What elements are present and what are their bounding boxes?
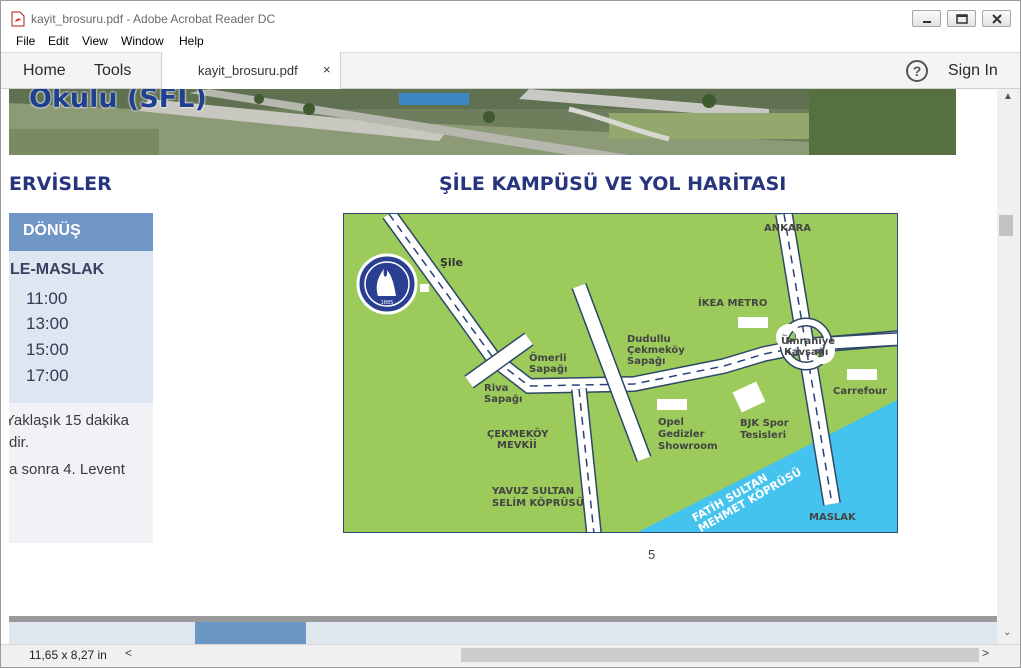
note-line: dir. (9, 434, 30, 451)
label-dudullu: Çekmeköy (627, 345, 685, 356)
label-omerli: Sapağı (529, 363, 567, 375)
departure-time: 17:00 (26, 366, 69, 385)
pdf-icon (11, 11, 25, 27)
page-number: 5 (648, 547, 656, 562)
window-title: kayit_brosuru.pdf - Adobe Acrobat Reader… (31, 12, 276, 26)
note-line: a sonra 4. Levent (9, 461, 125, 478)
label-ikea: İKEA METRO (698, 295, 767, 309)
return-header-label: DÖNÜŞ (23, 222, 81, 239)
photo-caption: Okulu (SFL) (29, 89, 207, 114)
departure-time: 11:00 (26, 289, 68, 308)
scroll-left-icon[interactable]: < (125, 646, 132, 660)
document-viewport[interactable]: Okulu (SFL) ERVİSLER ŞİLE KAMPÜSÜ VE YOL… (9, 89, 997, 616)
menu-file[interactable]: File (16, 34, 35, 48)
label-riva: Sapağı (484, 393, 522, 405)
travel-note: Yaklaşık 15 dakika dir. a sonra 4. Leven… (9, 403, 153, 543)
label-dudullu: Dudullu (627, 334, 671, 345)
next-page-strip (195, 622, 306, 644)
label-yavuz: SELİM KÖPRÜSÜ (492, 495, 584, 509)
close-icon (992, 14, 1002, 24)
minimize-button[interactable] (912, 10, 941, 27)
menu-help[interactable]: Help (179, 34, 204, 48)
scroll-up-icon[interactable]: ▲ (1003, 91, 1013, 102)
close-window-button[interactable] (982, 10, 1011, 27)
label-opel: Gedizler (658, 429, 705, 440)
label-umraniye: Kavşağı (784, 346, 828, 358)
vertical-scroll-thumb[interactable] (999, 215, 1013, 236)
svg-text:1885: 1885 (381, 300, 394, 306)
home-tab[interactable]: Home (23, 62, 66, 80)
maximize-button[interactable] (947, 10, 976, 27)
label-bjk: BJK Spor (740, 418, 789, 429)
label-riva: Riva (484, 383, 508, 394)
acrobat-window: kayit_brosuru.pdf - Adobe Acrobat Reader… (0, 0, 1021, 668)
menu-window[interactable]: Window (121, 34, 164, 48)
label-opel: Showroom (658, 441, 718, 452)
label-umraniye: Ümraniye (781, 333, 835, 347)
return-schedule-header: DÖNÜŞ (9, 213, 153, 251)
document-tab-label: kayit_brosuru.pdf (198, 63, 298, 78)
label-cekmekoy: ÇEKMEKÖY (487, 426, 549, 440)
document-tab[interactable]: kayit_brosuru.pdf × (161, 52, 341, 89)
scroll-down-icon[interactable]: ⌄ (1003, 627, 1011, 638)
campus-road-map: 1885 Şile ANKARA İKEA METRO Dudullu Çekm… (343, 213, 898, 533)
return-schedule: LE-MASLAK 11:00 13:00 15:00 17:00 (9, 251, 153, 403)
tab-bar: Home Tools kayit_brosuru.pdf × ? Sign In (1, 52, 1020, 89)
label-omerli: Ömerli (529, 350, 567, 364)
label-carrefour: Carrefour (833, 386, 887, 397)
label-bjk: Tesisleri (740, 430, 786, 441)
menu-edit[interactable]: Edit (48, 34, 69, 48)
route-name: LE-MASLAK (10, 261, 105, 278)
label-cekmekoy: MEVKİİ (497, 437, 537, 451)
scroll-right-icon[interactable]: > (982, 646, 989, 660)
title-bar: kayit_brosuru.pdf - Adobe Acrobat Reader… (1, 1, 1020, 32)
sign-in-button[interactable]: Sign In (948, 62, 998, 80)
tab-close-icon[interactable]: × (323, 62, 331, 77)
map-heading: ŞİLE KAMPÜSÜ VE YOL HARİTASI (439, 173, 787, 195)
label-opel: Opel (658, 417, 684, 428)
menu-view[interactable]: View (82, 34, 108, 48)
menu-bar: File Edit View Window Help (1, 32, 1020, 52)
road-map-image: 1885 Şile ANKARA İKEA METRO Dudullu Çekm… (344, 214, 897, 532)
horizontal-scrollbar[interactable]: < > (121, 646, 994, 664)
minimize-icon (923, 21, 931, 23)
next-page-preview (9, 622, 997, 644)
restore-icon (956, 14, 968, 24)
note-line: Yaklaşık 15 dakika (9, 412, 129, 429)
status-bar: 11,65 x 8,27 in < > (1, 644, 1020, 667)
horizontal-scroll-thumb[interactable] (461, 648, 979, 662)
label-ankara: ANKARA (764, 223, 811, 234)
label-sile: Şile (440, 256, 463, 269)
vertical-scrollbar[interactable]: ▲ ⌄ (997, 89, 1020, 645)
label-yavuz: YAVUZ SULTAN (491, 486, 574, 497)
help-icon[interactable]: ? (906, 60, 928, 82)
campus-photo: Okulu (SFL) (9, 89, 956, 155)
page-size-readout: 11,65 x 8,27 in (29, 648, 107, 662)
services-heading: ERVİSLER (9, 173, 112, 195)
label-dudullu: Sapağı (627, 355, 665, 367)
label-maslak: MASLAK (809, 512, 857, 523)
departure-time: 15:00 (26, 340, 69, 359)
departure-time: 13:00 (26, 314, 69, 333)
tools-tab[interactable]: Tools (94, 62, 131, 80)
